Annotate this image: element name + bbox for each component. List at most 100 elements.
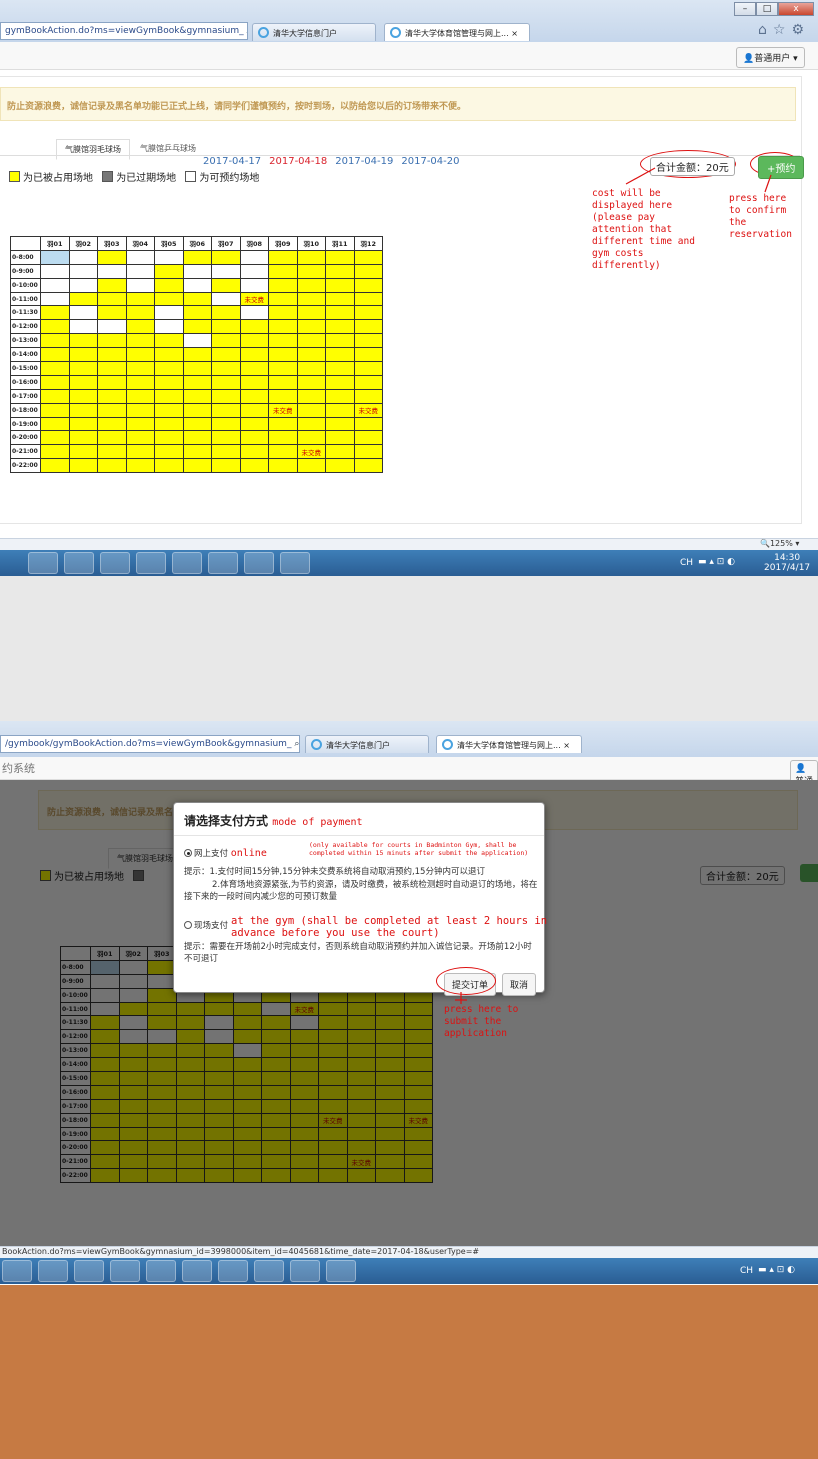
court-slot-cell[interactable] [239, 305, 269, 321]
taskbar-app-icon[interactable] [110, 1260, 140, 1282]
taskbar-app-icon[interactable] [28, 552, 58, 574]
tab-portal-2[interactable]: 清华大学信息门户 [305, 735, 429, 753]
court-slot-cell [211, 430, 241, 446]
court-slot-cell[interactable] [182, 277, 212, 293]
court-header: 羽09 [268, 236, 298, 251]
court-slot-cell [68, 416, 98, 432]
court-slot-cell [182, 305, 212, 321]
online-radio[interactable] [184, 849, 192, 857]
court-slot-cell[interactable] [182, 263, 212, 279]
court-slot-cell[interactable] [154, 305, 184, 321]
court-slot-cell [40, 361, 70, 376]
taskbar-app-icon[interactable] [64, 552, 94, 574]
option-gym[interactable]: 现场支付 [184, 920, 228, 932]
court-slot-cell [68, 458, 98, 474]
site-title: 约系统 [2, 762, 35, 775]
time-slot-label: 0-19:00 [10, 416, 41, 432]
tab-label: 清华大学信息门户 [326, 741, 390, 750]
court-slot-cell[interactable] [154, 249, 184, 265]
zoom-icon: 🔍 [760, 539, 770, 548]
court-slot-cell[interactable] [40, 291, 70, 307]
court-slot-cell [239, 333, 269, 349]
court-slot-cell[interactable] [68, 305, 98, 321]
time-slot-label: 0-14:00 [10, 347, 41, 363]
court-slot-cell [68, 444, 98, 460]
court-slot-cell[interactable] [40, 249, 70, 265]
taskbar-app-icon[interactable] [290, 1260, 320, 1282]
clock[interactable]: 14:30 2017/4/17 [764, 553, 810, 573]
taskbar-app-icon[interactable] [38, 1260, 68, 1282]
court-slot-cell[interactable] [211, 291, 241, 307]
court-slot-cell [68, 402, 98, 418]
court-slot-cell [296, 277, 326, 293]
ie-icon [311, 739, 322, 750]
taskbar-app-icon[interactable] [172, 552, 202, 574]
court-slot-cell[interactable] [40, 277, 70, 293]
court-slot-cell[interactable] [211, 263, 241, 279]
court-slot-cell[interactable] [239, 249, 269, 265]
court-slot-cell[interactable] [68, 263, 98, 279]
court-slot-cell [97, 444, 127, 460]
court-slot-cell [125, 402, 155, 418]
court-slot-cell[interactable] [40, 263, 70, 279]
taskbar-app-icon[interactable] [2, 1260, 32, 1282]
time-slot-label: 0-9:00 [10, 263, 41, 279]
search-icon[interactable]: ⌕▾ [294, 739, 299, 749]
court-slot-cell [125, 347, 155, 363]
court-slot-cell [68, 430, 98, 446]
court-slot-cell [182, 458, 212, 474]
taskbar-app-icon[interactable] [244, 552, 274, 574]
grid-row: 0-11:30 [10, 305, 383, 321]
court-slot-cell [40, 430, 70, 446]
gym-radio[interactable] [184, 921, 192, 929]
taskbar-app-icon[interactable] [208, 552, 238, 574]
gym-label: 现场支付 [194, 921, 229, 931]
court-slot-cell[interactable] [125, 263, 155, 279]
address-bar-2[interactable]: /gymbook/gymBookAction.do?ms=viewGymBook… [0, 735, 300, 753]
taskbar-app-icon[interactable] [74, 1260, 104, 1282]
court-slot-cell[interactable] [68, 249, 98, 265]
court-slot-cell[interactable] [125, 249, 155, 265]
court-slot-cell[interactable] [97, 319, 127, 335]
court-slot-cell [97, 305, 127, 321]
court-slot-cell[interactable] [182, 333, 212, 349]
annotation-at-gym: at the gym (shall be completed at least … [231, 915, 548, 939]
court-slot-cell[interactable] [125, 277, 155, 293]
court-slot-cell [211, 458, 241, 474]
court-slot-cell[interactable] [239, 263, 269, 279]
court-slot-cell [125, 458, 155, 474]
user-icon: 👤 [795, 764, 807, 774]
payment-dialog: 请选择支付方式 mode of payment 网上支付 online (onl… [173, 802, 548, 996]
taskbar-app-icon[interactable] [280, 552, 310, 574]
court-slot-cell [97, 388, 127, 404]
court-slot-cell[interactable] [154, 319, 184, 335]
time-slot-label: 0-16:00 [10, 374, 41, 390]
close-tab-icon[interactable]: × [563, 741, 570, 750]
tab-gym-2[interactable]: 清华大学体育馆管理与网上... × [436, 735, 582, 753]
taskbar-app-icon[interactable] [326, 1260, 356, 1282]
court-slot-cell [97, 333, 127, 349]
court-slot-cell [353, 263, 383, 279]
court-slot-cell[interactable] [68, 277, 98, 293]
court-slot-cell [296, 291, 326, 307]
court-slot-cell[interactable] [68, 319, 98, 335]
taskbar-app-icon[interactable] [136, 552, 166, 574]
taskbar-app-icon[interactable] [254, 1260, 284, 1282]
taskbar-app-icon[interactable] [100, 552, 130, 574]
court-slot-cell [296, 347, 326, 363]
court-slot-cell[interactable] [97, 263, 127, 279]
zoom-level[interactable]: 🔍125% ▾ [760, 539, 799, 548]
court-slot-cell [154, 333, 184, 349]
taskbar-app-icon[interactable] [146, 1260, 176, 1282]
court-slot-cell [268, 305, 298, 321]
court-slot-cell [125, 333, 155, 349]
court-slot-cell [296, 333, 326, 349]
taskbar-app-icon[interactable] [182, 1260, 212, 1282]
clock-time: 14:30 [774, 553, 801, 563]
court-slot-cell [239, 430, 269, 446]
court-slot-cell [182, 347, 212, 363]
court-slot-cell[interactable] [239, 277, 269, 293]
grid-row: 0-18:00 未交费 未交费 [10, 402, 383, 418]
taskbar-app-icon[interactable] [218, 1260, 248, 1282]
option-online[interactable]: 网上支付 online [184, 848, 267, 860]
